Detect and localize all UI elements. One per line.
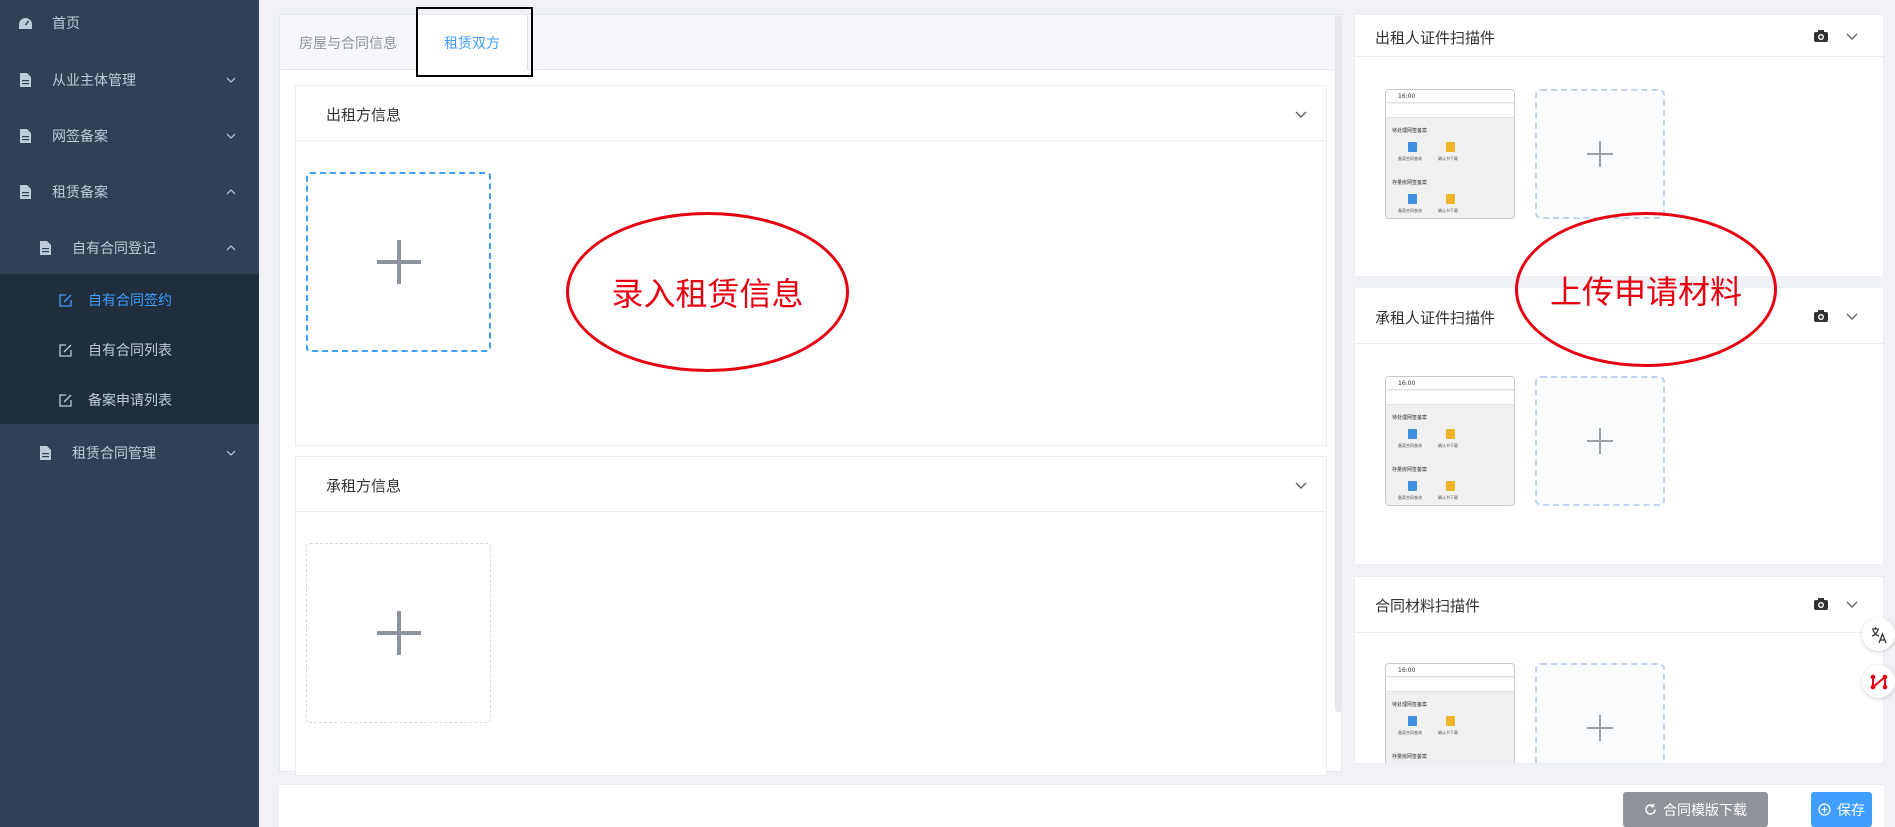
plus-icon: [376, 240, 421, 284]
document-icon: [38, 240, 53, 257]
scan-card-header: 合同材料扫描件: [1355, 577, 1883, 633]
chevron-down-icon[interactable]: [1845, 309, 1859, 323]
document-icon: [18, 184, 33, 201]
sidebar: 首页 从业主体管理 网签备案 租赁备案 自有合同登记 自有合同签约 自有合同列表…: [0, 0, 259, 827]
dashboard-icon: [18, 15, 33, 32]
sidebar-item-label: 首页: [52, 16, 80, 32]
chevron-down-icon[interactable]: [1294, 107, 1308, 121]
thumbnail-caption: 备案合同查询: [1398, 208, 1422, 213]
translate-icon: [1871, 626, 1887, 643]
sidebar-item-label: 备案申请列表: [88, 393, 172, 409]
thumbnail-caption: 备案合同查询: [1398, 443, 1422, 448]
scan-thumbnail[interactable]: 16:00 待处理网签备案 备案合同查询 确认书下载 存量房网签备案 备案合同查…: [1385, 89, 1515, 219]
edit-icon: [58, 342, 73, 359]
panel-title: 承租方信息: [326, 477, 402, 495]
lessee-info-panel: 承租方信息: [295, 456, 1327, 776]
lessee-info-header[interactable]: 承租方信息: [296, 457, 1326, 512]
upload-lessee-id-button[interactable]: [1535, 376, 1665, 506]
sidebar-item-online-signing[interactable]: 网签备案: [0, 108, 259, 164]
thumbnail-caption: 备案合同查询: [1398, 730, 1422, 735]
chevron-down-icon[interactable]: [1845, 597, 1859, 611]
contract-scan-card: 合同材料扫描件 16:00 待处理网签备案 备案合同查询 确认书下载 存量房网签…: [1354, 576, 1884, 764]
sidebar-item-lease-filing[interactable]: 租赁备案: [0, 164, 259, 220]
thumbnail-caption: 确认书下载: [1438, 208, 1458, 213]
save-label: 保存: [1837, 802, 1865, 819]
sidebar-item-own-contract-registration[interactable]: 自有合同登记: [0, 220, 259, 276]
sidebar-item-lease-contract-management[interactable]: 租赁合同管理: [0, 425, 259, 481]
sidebar-item-entity-management[interactable]: 从业主体管理: [0, 52, 259, 108]
annotation-upload-materials: 上传申请材料: [1515, 212, 1777, 367]
edit-icon: [58, 392, 73, 409]
translate-button[interactable]: [1862, 618, 1895, 651]
thumbnail-caption: 备案合同查询: [1398, 495, 1422, 500]
upload-contract-button[interactable]: [1535, 663, 1665, 763]
camera-icon[interactable]: [1813, 29, 1829, 43]
sidebar-item-label: 自有合同列表: [88, 343, 172, 359]
assistant-button[interactable]: [1862, 665, 1895, 698]
sidebar-item-label: 网签备案: [52, 129, 108, 145]
scrollbar[interactable]: [1335, 16, 1342, 712]
tab-highlight-frame: [416, 7, 533, 77]
sidebar-item-label: 租赁备案: [52, 185, 108, 201]
camera-icon[interactable]: [1813, 597, 1829, 611]
download-template-label: 合同模版下载: [1663, 802, 1747, 819]
plus-circle-icon: [1818, 803, 1831, 816]
thumbnail-time: 16:00: [1398, 667, 1416, 674]
sidebar-item-label: 自有合同登记: [72, 241, 156, 257]
camera-icon[interactable]: [1813, 309, 1829, 323]
sidebar-item-home[interactable]: 首页: [0, 0, 259, 51]
plus-icon: [1587, 141, 1613, 167]
sidebar-item-own-contract-signing[interactable]: 自有合同签约: [0, 272, 259, 328]
chevron-down-icon: [226, 450, 236, 456]
thumbnail-section: 待处理网签备案: [1392, 128, 1428, 134]
document-icon: [18, 128, 33, 145]
plus-icon: [376, 611, 421, 655]
thumbnail-section: 待处理网签备案: [1392, 415, 1428, 421]
document-icon: [38, 445, 53, 462]
panel-title: 出租方信息: [326, 106, 402, 124]
thumbnail-caption: 确认书下载: [1438, 730, 1458, 735]
scan-card-header: 出租人证件扫描件: [1355, 15, 1883, 57]
thumbnail-section: 存量房网签备案: [1392, 180, 1428, 186]
save-button[interactable]: 保存: [1811, 792, 1872, 827]
refresh-icon: [1645, 803, 1656, 815]
network-icon: [1870, 674, 1887, 689]
thumbnail-caption: 确认书下载: [1438, 156, 1458, 161]
tab-house-contract-info[interactable]: 房屋与合同信息: [280, 15, 416, 70]
plus-icon: [1587, 715, 1613, 741]
sidebar-item-label: 从业主体管理: [52, 73, 136, 89]
annotation-enter-lease-info: 录入租赁信息: [566, 212, 849, 372]
edit-icon: [58, 292, 73, 309]
sidebar-item-label: 租赁合同管理: [72, 446, 156, 462]
thumbnail-caption: 确认书下载: [1438, 443, 1458, 448]
scan-card-title: 出租人证件扫描件: [1375, 29, 1496, 47]
chevron-down-icon: [226, 133, 236, 139]
scan-thumbnail[interactable]: 16:00 待处理网签备案 备案合同查询 确认书下载 存量房网签备案 备案合同查…: [1385, 376, 1515, 506]
chevron-down-icon: [226, 77, 236, 83]
document-icon: [18, 72, 33, 89]
scan-card-title: 承租人证件扫描件: [1375, 309, 1496, 327]
upload-lessor-id-button[interactable]: [1535, 89, 1665, 219]
chevron-down-icon[interactable]: [1294, 478, 1308, 492]
chevron-up-icon: [226, 189, 236, 195]
thumbnail-section: 存量房网签备案: [1392, 754, 1428, 760]
thumbnail-time: 16:00: [1398, 93, 1416, 100]
download-template-button[interactable]: 合同模版下载: [1623, 792, 1768, 827]
sidebar-item-label: 自有合同签约: [88, 293, 172, 309]
plus-icon: [1587, 428, 1613, 454]
sidebar-item-own-contract-list[interactable]: 自有合同列表: [0, 322, 259, 378]
add-lessee-button[interactable]: [306, 543, 491, 723]
chevron-up-icon: [226, 245, 236, 251]
thumbnail-caption: 备案合同查询: [1398, 156, 1422, 161]
lessor-info-header[interactable]: 出租方信息: [296, 86, 1326, 141]
add-lessor-button[interactable]: [306, 172, 491, 352]
scan-thumbnail[interactable]: 16:00 待处理网签备案 备案合同查询 确认书下载 存量房网签备案: [1385, 663, 1515, 763]
thumbnail-time: 16:00: [1398, 380, 1416, 387]
chevron-down-icon[interactable]: [1845, 29, 1859, 43]
thumbnail-section: 待处理网签备案: [1392, 702, 1428, 708]
thumbnail-section: 存量房网签备案: [1392, 467, 1428, 473]
sidebar-item-filing-application-list[interactable]: 备案申请列表: [0, 372, 259, 428]
thumbnail-caption: 确认书下载: [1438, 495, 1458, 500]
scan-card-title: 合同材料扫描件: [1375, 597, 1481, 615]
